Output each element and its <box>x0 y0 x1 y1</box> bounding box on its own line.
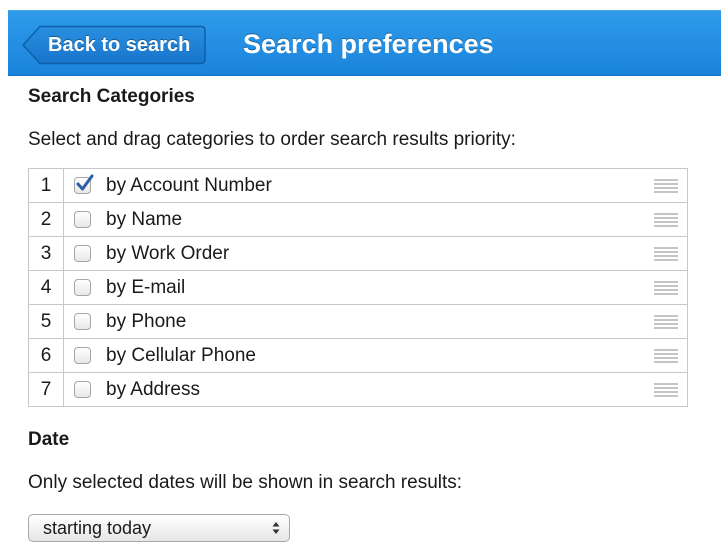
category-priority-number: 5 <box>28 304 64 339</box>
search-categories-heading: Search Categories <box>28 86 195 107</box>
categories-table: 1 by Account Number 2 by Name 3 by Work Order… <box>28 168 688 407</box>
drag-handle-icon[interactable] <box>654 213 678 227</box>
category-cell-content: by Work Order <box>64 237 687 270</box>
category-cell-content: by Cellular Phone <box>64 339 687 372</box>
category-checkbox[interactable] <box>74 347 91 364</box>
search-categories-description: Select and drag categories to order sear… <box>28 129 516 150</box>
category-checkbox[interactable] <box>74 211 91 228</box>
category-cell: by Work Order <box>63 236 688 271</box>
category-row[interactable]: 5 by Phone <box>28 304 688 339</box>
date-select-value: starting today <box>43 518 152 538</box>
category-priority-number: 4 <box>28 270 64 305</box>
select-arrows-icon <box>272 522 280 534</box>
category-priority-number: 7 <box>28 372 64 407</box>
search-preferences-page: Back to search Search preferences Search… <box>0 0 721 555</box>
drag-handle-icon[interactable] <box>654 247 678 261</box>
category-cell-content: by Address <box>64 373 687 406</box>
category-checkbox[interactable] <box>74 174 94 194</box>
category-cell-content: by Account Number <box>64 169 687 202</box>
category-cell: by Address <box>63 372 688 407</box>
category-row[interactable]: 4 by E-mail <box>28 270 688 305</box>
drag-handle-icon[interactable] <box>654 315 678 329</box>
category-row[interactable]: 1 by Account Number <box>28 168 688 203</box>
date-heading: Date <box>28 429 70 450</box>
category-cell: by E-mail <box>63 270 688 305</box>
back-to-search-button[interactable]: Back to search <box>22 25 206 65</box>
page-title: Search preferences <box>243 29 494 59</box>
category-checkbox[interactable] <box>74 279 91 296</box>
category-priority-number: 3 <box>28 236 64 271</box>
category-label: by Work Order <box>106 242 230 264</box>
drag-handle-icon[interactable] <box>654 349 678 363</box>
category-label: by Address <box>106 378 200 400</box>
drag-handle-icon[interactable] <box>654 383 678 397</box>
category-row[interactable]: 7 by Address <box>28 372 688 407</box>
category-cell-content: by Name <box>64 203 687 236</box>
date-description: Only selected dates will be shown in sea… <box>28 472 463 493</box>
category-priority-number: 1 <box>28 168 64 203</box>
category-checkbox[interactable] <box>74 313 91 330</box>
category-cell-content: by E-mail <box>64 271 687 304</box>
category-row[interactable]: 2 by Name <box>28 202 688 237</box>
category-cell-content: by Phone <box>64 305 687 338</box>
category-label: by Account Number <box>106 174 272 196</box>
category-cell: by Name <box>63 202 688 237</box>
category-cell: by Cellular Phone <box>63 338 688 373</box>
date-select[interactable]: starting today <box>28 514 290 542</box>
checkmark-icon <box>76 174 94 191</box>
category-row[interactable]: 3 by Work Order <box>28 236 688 271</box>
category-label: by Cellular Phone <box>106 344 256 366</box>
category-label: by Phone <box>106 310 187 332</box>
category-checkbox[interactable] <box>74 245 91 262</box>
category-priority-number: 6 <box>28 338 64 373</box>
category-label: by Name <box>106 208 183 230</box>
back-to-search-label: Back to search <box>48 34 191 56</box>
header-bar: Back to search Search preferences <box>8 10 721 76</box>
category-label: by E-mail <box>106 276 186 298</box>
category-row[interactable]: 6 by Cellular Phone <box>28 338 688 373</box>
category-cell: by Phone <box>63 304 688 339</box>
drag-handle-icon[interactable] <box>654 281 678 295</box>
drag-handle-icon[interactable] <box>654 179 678 193</box>
category-priority-number: 2 <box>28 202 64 237</box>
category-cell: by Account Number <box>63 168 688 203</box>
category-checkbox[interactable] <box>74 381 91 398</box>
